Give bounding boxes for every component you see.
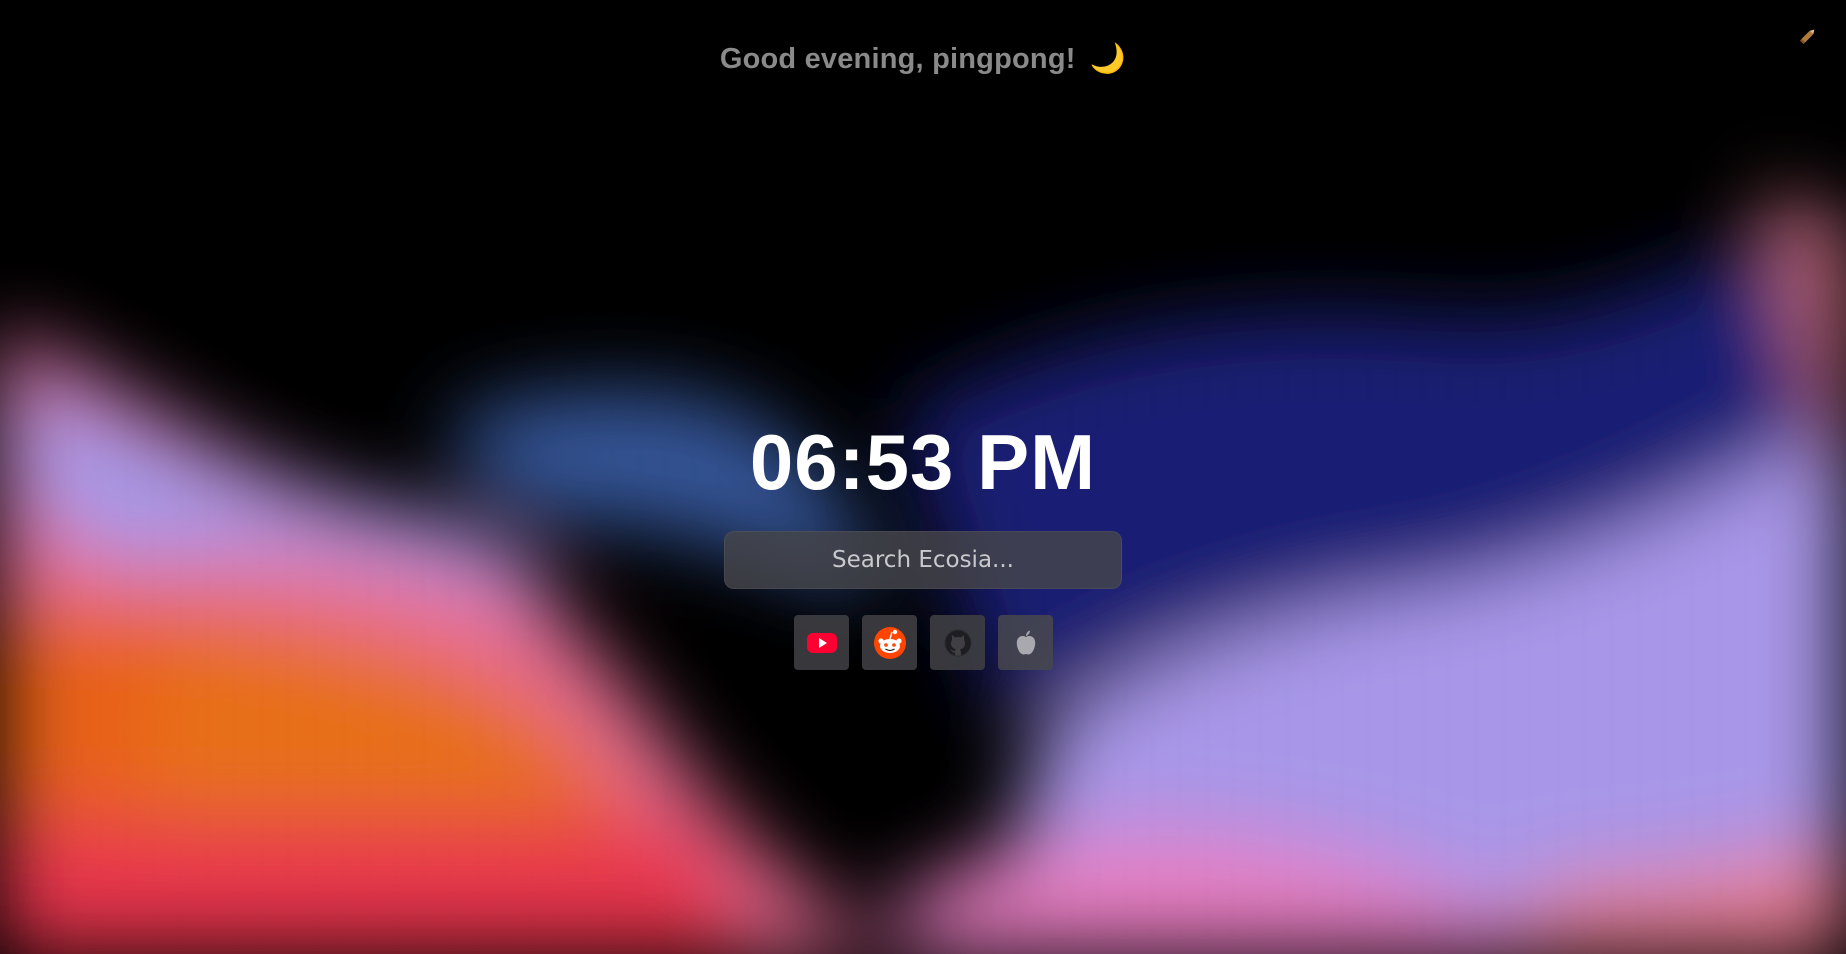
shortcut-github[interactable] — [930, 615, 985, 670]
shortcut-bar — [794, 615, 1053, 670]
shortcut-youtube[interactable] — [794, 615, 849, 670]
shortcut-apple[interactable] — [998, 615, 1053, 670]
search-input[interactable] — [724, 531, 1122, 589]
apple-icon — [1016, 630, 1035, 654]
greeting-heading: Good evening, pingpong! 🌙 — [0, 42, 1846, 76]
clock-display: 06:53 PM — [749, 418, 1097, 506]
pencil-icon — [1799, 29, 1815, 45]
shortcut-reddit[interactable] — [862, 615, 917, 670]
youtube-icon — [806, 632, 837, 653]
github-icon — [944, 629, 971, 656]
greeting-text: Good evening, pingpong! — [719, 43, 1076, 75]
edit-button[interactable] — [1794, 22, 1822, 50]
moon-icon: 🌙 — [1089, 43, 1127, 75]
new-tab-page: Good evening, pingpong! 🌙 06:53 PM — [0, 0, 1846, 954]
reddit-icon — [873, 626, 906, 659]
